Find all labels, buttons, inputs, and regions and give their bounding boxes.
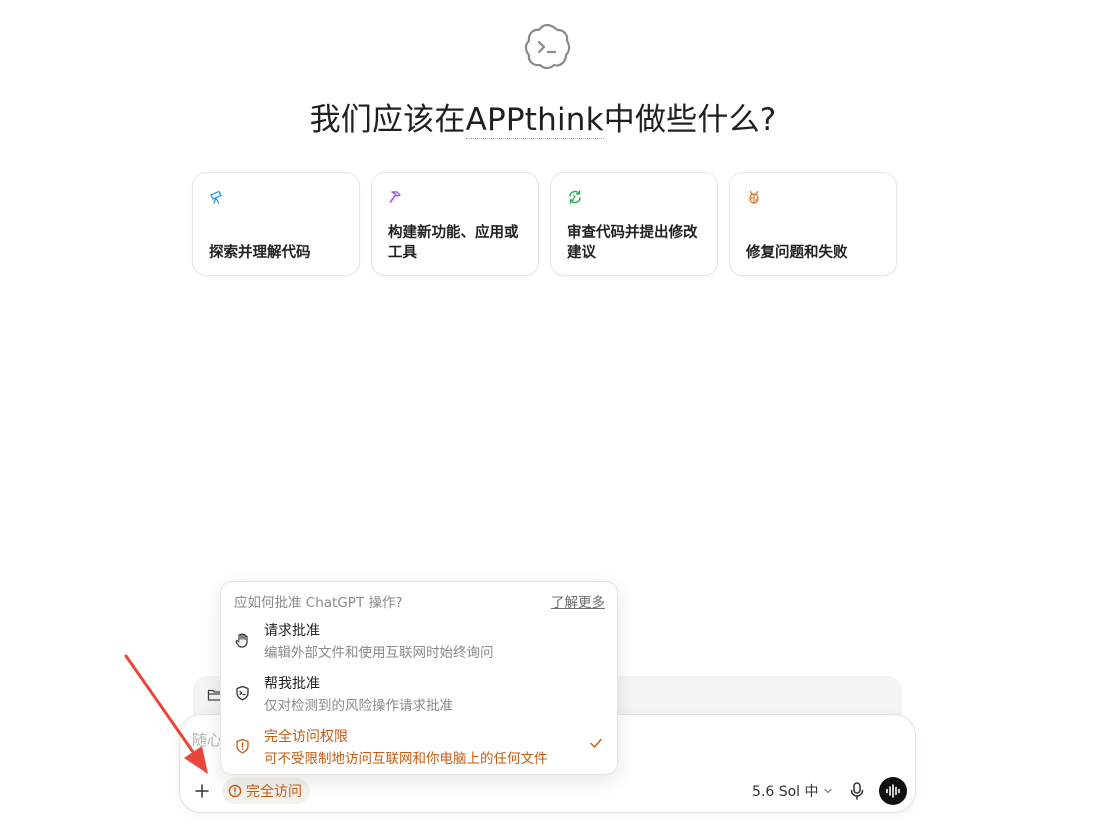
title-prefix: 我们应该在 — [309, 102, 466, 138]
suggestion-card-label: 探索并理解代码 — [209, 245, 311, 261]
option-full-access[interactable]: 完全访问权限 可不受限制地访问互联网和你电脑上的任何文件 — [227, 722, 611, 770]
suggestion-card-label: 修复问题和失败 — [746, 245, 848, 261]
option-title: 帮我批准 — [264, 676, 320, 692]
model-label: 5.6 Sol 中 — [752, 784, 819, 800]
suggestion-cards: 探索并理解代码 构建新功能、应用或工具 审查代码并提出修改建议 修复问题和失败 — [192, 172, 897, 276]
option-title: 完全访问权限 — [264, 729, 348, 745]
popover-header: 应如何批准 ChatGPT 操作? — [234, 595, 403, 611]
access-mode-label: 完全访问 — [246, 784, 302, 800]
checkmark-icon — [590, 738, 602, 748]
suggestion-card-build[interactable]: 构建新功能、应用或工具 — [371, 172, 539, 276]
suggestion-card-fix[interactable]: 修复问题和失败 — [729, 172, 897, 276]
add-attachment-button[interactable] — [190, 779, 214, 803]
option-description: 编辑外部文件和使用互联网时始终询问 — [264, 645, 494, 661]
page-title: 我们应该在APPthink中做些什么? — [0, 98, 1086, 142]
suggestion-card-explore[interactable]: 探索并理解代码 — [192, 172, 360, 276]
option-title: 请求批准 — [264, 623, 320, 639]
chevron-down-icon — [823, 788, 832, 794]
alert-circle-icon — [228, 784, 242, 798]
waveform-icon — [886, 784, 900, 798]
shield-code-icon — [236, 685, 249, 701]
model-selector[interactable]: 5.6 Sol 中 — [752, 781, 833, 801]
codex-logo-icon — [524, 23, 571, 70]
option-description: 仅对检测到的风险操作请求批准 — [264, 698, 453, 714]
suggestion-card-label: 构建新功能、应用或工具 — [388, 225, 519, 261]
option-request-approval[interactable]: 请求批准 编辑外部文件和使用互联网时始终询问 — [227, 616, 611, 664]
learn-more-link[interactable]: 了解更多 — [551, 591, 605, 611]
microphone-icon[interactable] — [848, 781, 866, 801]
option-auto-approve[interactable]: 帮我批准 仅对检测到的风险操作请求批准 — [227, 669, 611, 717]
suggestion-card-label: 审查代码并提出修改建议 — [567, 225, 698, 261]
suggestion-card-review[interactable]: 审查代码并提出修改建议 — [550, 172, 718, 276]
plus-icon — [195, 784, 209, 798]
shield-alert-icon — [236, 738, 249, 754]
telescope-icon — [210, 190, 222, 204]
approval-mode-popover: 应如何批准 ChatGPT 操作? 了解更多 请求批准 编辑外部文件和使用互联网… — [220, 581, 618, 775]
access-mode-button[interactable]: 完全访问 — [222, 778, 310, 804]
refresh-code-icon — [569, 190, 581, 204]
option-description: 可不受限制地访问互联网和你电脑上的任何文件 — [264, 751, 548, 767]
bug-icon — [749, 190, 759, 204]
hand-icon — [235, 633, 248, 648]
app-page: 我们应该在APPthink中做些什么? 探索并理解代码 构建新功能、应用或工具 — [0, 0, 1107, 828]
hammer-icon — [389, 191, 401, 203]
annotation-arrow-icon — [124, 654, 208, 774]
project-name-link[interactable]: APPthink — [465, 102, 604, 139]
voice-mode-button[interactable] — [879, 777, 907, 805]
title-suffix: 中做些什么? — [603, 102, 777, 138]
